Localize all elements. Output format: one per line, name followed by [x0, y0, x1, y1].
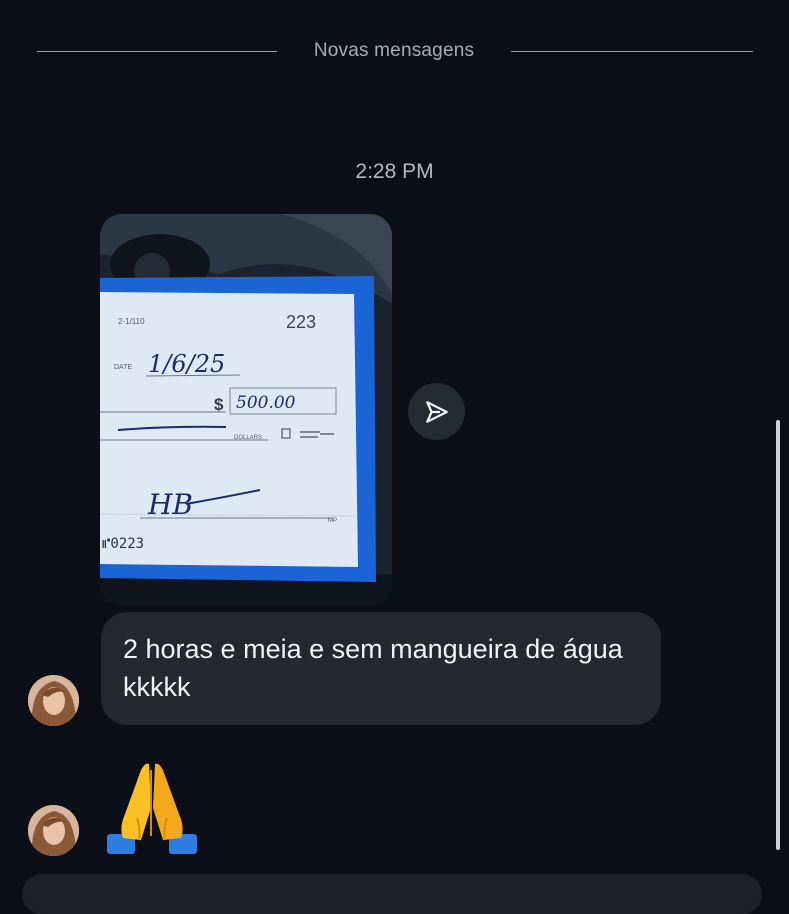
- avatar[interactable]: [28, 805, 79, 856]
- cheque-number: 223: [286, 312, 316, 332]
- share-photo-button[interactable]: [408, 383, 465, 440]
- divider-line-right: [511, 51, 753, 52]
- cheque-date-label: DATE: [114, 364, 132, 371]
- message-composer[interactable]: [22, 874, 762, 914]
- cheque-dollars-label: DOLLARS: [234, 435, 262, 441]
- avatar-image: [28, 675, 79, 726]
- scrollbar[interactable]: [776, 420, 780, 850]
- folded-hands-emoji: [107, 763, 197, 854]
- message-timestamp: 2:28 PM: [355, 160, 434, 183]
- cheque-memo-label: MP: [328, 518, 337, 524]
- cheque-micr: ⑈0223: [102, 536, 144, 552]
- photo-attachment[interactable]: 2-1/110 223 DATE 1/6/25 $ 500.00 DOLLARS…: [100, 214, 392, 606]
- cheque-photo: 2-1/110 223 DATE 1/6/25 $ 500.00 DOLLARS…: [100, 214, 392, 606]
- message-bubble[interactable]: 2 horas e meia e sem mangueira de água k…: [101, 612, 661, 725]
- message-text: 2 horas e meia e sem mangueira de água k…: [123, 634, 623, 702]
- new-messages-divider: Novas mensagens: [313, 40, 475, 61]
- cheque-date-value: 1/6/25: [148, 350, 225, 378]
- divider-line-left: [37, 51, 277, 52]
- cheque-routing: 2-1/110: [118, 317, 145, 326]
- cheque-dollar-sign: $: [214, 395, 224, 414]
- cheque-amount: 500.00: [236, 393, 296, 413]
- folded-hands-icon[interactable]: [101, 756, 203, 858]
- avatar-image: [28, 805, 79, 856]
- avatar[interactable]: [28, 675, 79, 726]
- send-icon: [425, 400, 448, 423]
